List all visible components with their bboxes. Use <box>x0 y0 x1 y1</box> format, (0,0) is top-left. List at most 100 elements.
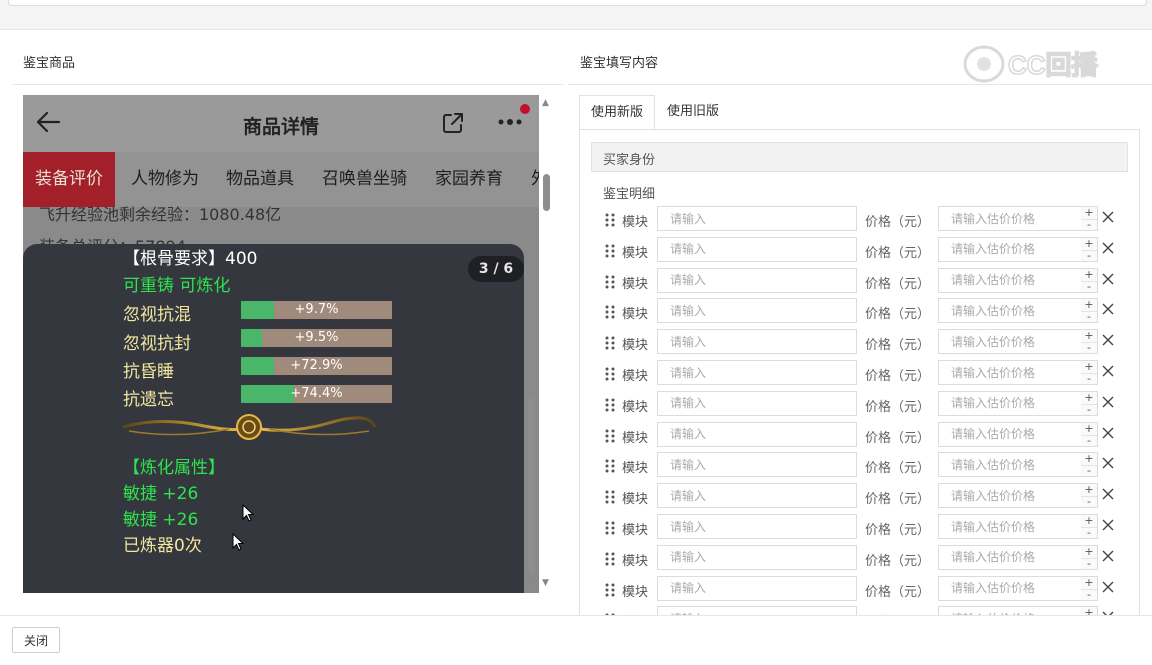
tab-character[interactable]: 人物修为 <box>131 152 199 207</box>
decrement-button[interactable]: - <box>1081 342 1097 354</box>
delete-row-icon[interactable] <box>1102 242 1114 254</box>
delete-row-icon[interactable] <box>1102 303 1114 315</box>
module-name-input[interactable] <box>657 483 857 509</box>
drag-handle-icon[interactable] <box>605 305 615 319</box>
module-name-input[interactable] <box>657 298 857 324</box>
price-estimate-input[interactable] <box>938 390 1082 416</box>
module-name-input[interactable] <box>657 329 857 355</box>
module-name-input[interactable] <box>657 452 857 478</box>
delete-row-icon[interactable] <box>1102 457 1114 469</box>
module-label: 模块 <box>622 399 649 415</box>
drag-handle-icon[interactable] <box>605 583 615 597</box>
decrement-button[interactable]: - <box>1081 373 1097 385</box>
drag-handle-icon[interactable] <box>605 275 615 289</box>
price-estimate-input[interactable] <box>938 267 1082 293</box>
module-name-input[interactable] <box>657 390 857 416</box>
right-panel-title: 鉴宝填写内容 <box>580 56 659 71</box>
price-estimate-input[interactable] <box>938 206 1082 231</box>
decrement-button[interactable]: - <box>1081 219 1097 231</box>
module-name-input[interactable] <box>657 575 857 601</box>
module-name-input[interactable] <box>657 206 857 231</box>
refine-attributes-title: 【炼化属性】 <box>123 458 225 478</box>
price-label: 价格（元） <box>865 553 931 569</box>
tab-items[interactable]: 物品道具 <box>226 152 294 207</box>
tab-equipment-rating[interactable]: 装备评价 <box>23 152 115 207</box>
drag-handle-icon[interactable] <box>605 398 615 412</box>
drag-handle-icon[interactable] <box>605 552 615 566</box>
price-estimate-input[interactable] <box>938 514 1082 539</box>
delete-row-icon[interactable] <box>1102 519 1114 531</box>
module-name-input[interactable] <box>657 360 857 385</box>
price-label: 价格（元） <box>865 245 931 261</box>
scroll-up-arrow-icon[interactable]: ▲ <box>542 98 549 108</box>
price-label: 价格（元） <box>865 307 931 323</box>
price-stepper: +- <box>1081 390 1098 416</box>
drag-handle-icon[interactable] <box>605 490 615 504</box>
close-button[interactable]: 关闭 <box>12 627 60 653</box>
module-name-input[interactable] <box>657 544 857 570</box>
exp-pool-text: 飞升经验池剩余经验：1080.48亿 <box>39 205 282 224</box>
scroll-down-arrow-icon[interactable]: ▼ <box>527 578 534 588</box>
delete-row-icon[interactable] <box>1102 334 1114 346</box>
tab-summons-mounts[interactable]: 召唤兽坐骑 <box>322 152 407 207</box>
delete-row-icon[interactable] <box>1102 581 1114 593</box>
delete-row-icon[interactable] <box>1102 427 1114 439</box>
module-name-input[interactable] <box>657 514 857 539</box>
decrement-button[interactable]: - <box>1081 250 1097 262</box>
module-name-input[interactable] <box>657 421 857 447</box>
delete-row-icon[interactable] <box>1102 488 1114 500</box>
price-estimate-input[interactable] <box>938 236 1082 262</box>
price-estimate-input[interactable] <box>938 575 1082 601</box>
price-estimate-input[interactable] <box>938 298 1082 324</box>
module-name-input[interactable] <box>657 236 857 262</box>
drag-handle-icon[interactable] <box>605 213 615 227</box>
price-estimate-input[interactable] <box>938 452 1082 478</box>
decrement-button[interactable]: - <box>1081 281 1097 293</box>
delete-row-icon[interactable] <box>1102 396 1114 408</box>
buyer-identity-section: 买家身份 <box>591 142 1128 172</box>
decrement-button[interactable]: - <box>1081 465 1097 477</box>
stat-value: +9.5% <box>294 330 339 345</box>
price-label: 价格（元） <box>865 215 931 230</box>
decrement-button[interactable]: - <box>1081 404 1097 416</box>
share-icon[interactable] <box>441 111 465 135</box>
tab-old-version[interactable]: 使用旧版 <box>656 95 730 129</box>
watermark-text: CC回播 <box>1008 50 1099 80</box>
drag-handle-icon[interactable] <box>605 336 615 350</box>
delete-row-icon[interactable] <box>1102 550 1114 562</box>
appraisal-row: 模块 价格（元） +- <box>600 452 1120 479</box>
decrement-button[interactable]: - <box>1081 311 1097 323</box>
drag-handle-icon[interactable] <box>605 459 615 473</box>
price-estimate-input[interactable] <box>938 544 1082 570</box>
tooltip-scrollbar-thumb[interactable] <box>528 398 535 574</box>
drag-handle-icon[interactable] <box>605 367 615 381</box>
module-name-input[interactable] <box>657 267 857 293</box>
decrement-button[interactable]: - <box>1081 435 1097 447</box>
price-estimate-input[interactable] <box>938 421 1082 447</box>
price-estimate-input[interactable] <box>938 360 1082 385</box>
module-label: 模块 <box>622 369 649 384</box>
delete-row-icon[interactable] <box>1102 365 1114 377</box>
tab-more[interactable]: 外 <box>531 152 539 207</box>
price-label: 价格（元） <box>865 338 931 354</box>
decrement-button[interactable]: - <box>1081 527 1097 539</box>
price-estimate-input[interactable] <box>938 329 1082 355</box>
drag-handle-icon[interactable] <box>605 244 615 258</box>
price-estimate-input[interactable] <box>938 483 1082 509</box>
delete-row-icon[interactable] <box>1102 211 1114 223</box>
price-stepper: +- <box>1081 514 1098 539</box>
decrement-button[interactable]: - <box>1081 496 1097 508</box>
tab-homestead[interactable]: 家园养育 <box>435 152 503 207</box>
drag-handle-icon[interactable] <box>605 521 615 535</box>
delete-row-icon[interactable] <box>1102 273 1114 285</box>
stat-value: +9.7% <box>294 302 339 317</box>
appraisal-row: 模块 价格（元） +- <box>600 206 1120 233</box>
decrement-button[interactable]: - <box>1081 558 1097 570</box>
more-icon[interactable] <box>497 117 525 127</box>
scroll-down-arrow-icon[interactable]: ▼ <box>542 578 549 588</box>
preview-scrollbar-thumb[interactable] <box>543 174 550 211</box>
price-label: 价格（元） <box>865 369 931 384</box>
tab-new-version[interactable]: 使用新版 <box>579 95 656 131</box>
drag-handle-icon[interactable] <box>605 429 615 443</box>
decrement-button[interactable]: - <box>1081 589 1097 601</box>
